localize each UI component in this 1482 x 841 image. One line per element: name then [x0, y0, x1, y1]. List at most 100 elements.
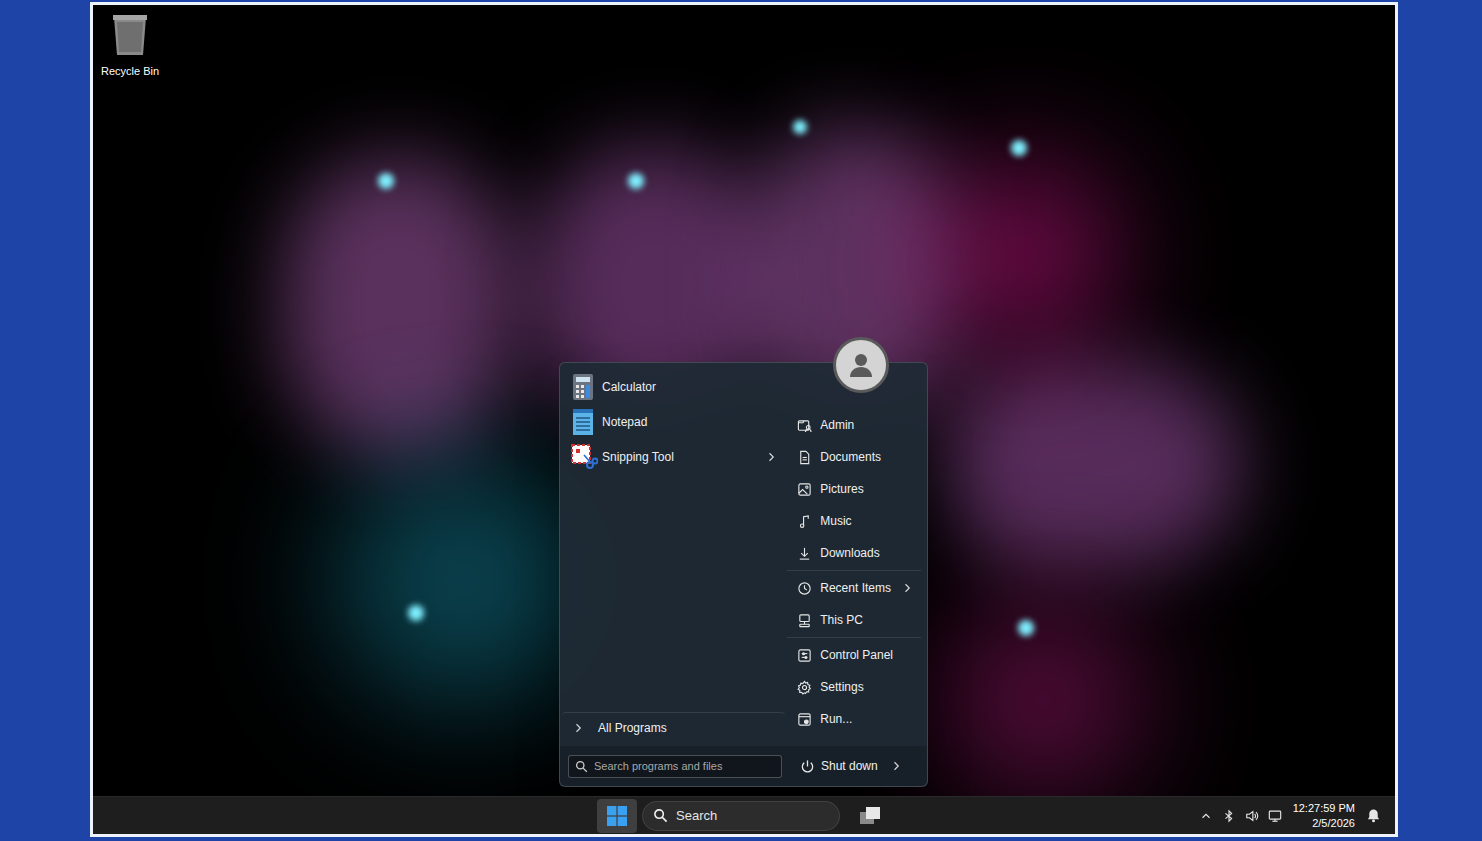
download-icon — [797, 546, 812, 561]
windows-logo-icon — [607, 806, 627, 826]
control-panel-icon — [797, 648, 812, 663]
chevron-spacer — [901, 483, 913, 495]
submenu-indicator — [765, 416, 777, 428]
network-icon[interactable] — [1268, 809, 1282, 823]
power-icon — [800, 759, 815, 774]
pinned-app-icon-wrap — [570, 443, 600, 471]
pinned-column: Calculator Notepad Snipping Tool All Progra… — [560, 363, 785, 746]
pinned-app-label: Calculator — [602, 378, 765, 396]
bluetooth-icon[interactable] — [1222, 809, 1236, 823]
submenu-indicator — [901, 582, 913, 594]
clock-icon — [797, 581, 812, 596]
computer-icon — [797, 613, 812, 628]
chevron-spacer — [901, 614, 913, 626]
wallpaper-star — [1011, 140, 1027, 156]
place-group: Control Panel Settings Run... — [787, 637, 921, 735]
place-group: Recent Items This PC — [787, 570, 921, 636]
wallpaper-glow — [943, 605, 1143, 795]
wallpaper-star — [793, 120, 807, 134]
wallpaper-star — [1018, 620, 1034, 636]
submenu-indicator — [901, 419, 913, 431]
place-label: Control Panel — [820, 646, 893, 664]
start-menu-footer: Shut down — [560, 746, 927, 786]
taskbar-search-label: Search — [676, 806, 717, 826]
chevron-spacer — [765, 381, 777, 393]
pinned-app[interactable]: Notepad — [562, 404, 785, 439]
screen-frame: Recycle Bin Calculator Notepad Snipping To… — [90, 2, 1398, 837]
place-item[interactable]: Pictures — [787, 473, 921, 505]
place-label: Admin — [820, 416, 893, 434]
chevron-spacer — [901, 451, 913, 463]
submenu-indicator — [765, 451, 777, 463]
place-label: Run... — [820, 710, 893, 728]
submenu-indicator — [901, 515, 913, 527]
place-item[interactable]: Recent Items — [787, 572, 921, 604]
pinned-app-icon-wrap — [570, 373, 600, 401]
task-view-icon — [859, 806, 881, 826]
place-item[interactable]: Admin — [787, 409, 921, 441]
pictures-icon — [797, 482, 812, 497]
chevron-spacer — [765, 416, 777, 428]
pinned-app-label: Snipping Tool — [602, 448, 765, 466]
task-view-button[interactable] — [854, 800, 886, 832]
search-icon — [653, 808, 668, 823]
all-programs[interactable]: All Programs — [562, 712, 785, 742]
place-item[interactable]: Documents — [787, 441, 921, 473]
pinned-app[interactable]: Calculator — [562, 369, 785, 404]
place-item[interactable]: Music — [787, 505, 921, 537]
place-item[interactable]: Control Panel — [787, 639, 921, 671]
place-label: This PC — [820, 611, 893, 629]
shutdown-label: Shut down — [821, 757, 878, 775]
desktop-icon-label: Recycle Bin — [101, 63, 159, 80]
submenu-indicator — [901, 483, 913, 495]
places-column: Admin Documents Pictures Music DownloadsRece… — [785, 363, 927, 746]
chevron-spacer — [901, 515, 913, 527]
place-item[interactable]: Downloads — [787, 537, 921, 569]
all-programs-label: All Programs — [598, 719, 667, 737]
submenu-indicator — [901, 649, 913, 661]
admin-folder-icon — [797, 418, 812, 433]
submenu-indicator — [901, 547, 913, 559]
start-search-input[interactable] — [594, 758, 775, 775]
search-icon — [575, 760, 588, 773]
chevron-spacer — [901, 547, 913, 559]
taskbar-search[interactable]: Search — [642, 801, 840, 831]
wallpaper-glow — [333, 455, 593, 705]
notepad-icon — [570, 408, 596, 436]
place-group: Admin Documents Pictures Music Downloads — [787, 409, 921, 569]
notification-bell-icon[interactable] — [1366, 808, 1381, 823]
place-label: Pictures — [820, 480, 893, 498]
submenu-indicator — [901, 451, 913, 463]
music-icon — [797, 514, 812, 529]
chevron-up-icon[interactable] — [1199, 809, 1213, 823]
pinned-list: Calculator Notepad Snipping Tool — [562, 369, 785, 474]
place-item[interactable]: This PC — [787, 604, 921, 636]
submenu-indicator — [890, 760, 902, 772]
gear-icon — [797, 680, 812, 695]
start-search-field[interactable] — [568, 755, 782, 778]
submenu-indicator — [901, 614, 913, 626]
user-avatar[interactable] — [833, 337, 889, 393]
user-icon — [846, 350, 876, 380]
start-menu: Calculator Notepad Snipping Tool All Progra… — [559, 362, 928, 787]
pinned-app[interactable]: Snipping Tool — [562, 439, 785, 474]
run-icon — [797, 712, 812, 727]
place-item[interactable]: Run... — [787, 703, 921, 735]
start-button[interactable] — [597, 799, 637, 833]
submenu-indicator — [901, 681, 913, 693]
chevron-right-icon — [765, 451, 777, 463]
place-label: Music — [820, 512, 893, 530]
chevron-right-icon — [901, 582, 913, 594]
wallpaper-glow — [283, 155, 513, 455]
shutdown-button[interactable]: Shut down — [794, 757, 902, 775]
place-item[interactable]: Settings — [787, 671, 921, 703]
pinned-app-icon-wrap — [570, 408, 600, 436]
calculator-icon — [570, 373, 596, 401]
volume-icon[interactable] — [1245, 809, 1259, 823]
submenu-indicator — [765, 381, 777, 393]
chevron-spacer — [901, 681, 913, 693]
clock[interactable]: 12:27:59 PM2/5/2026 — [1291, 801, 1357, 831]
desktop: Recycle Bin Calculator Notepad Snipping To… — [93, 5, 1395, 834]
desktop-icon[interactable]: Recycle Bin — [95, 11, 165, 82]
clock-date: 2/5/2026 — [1312, 816, 1355, 831]
